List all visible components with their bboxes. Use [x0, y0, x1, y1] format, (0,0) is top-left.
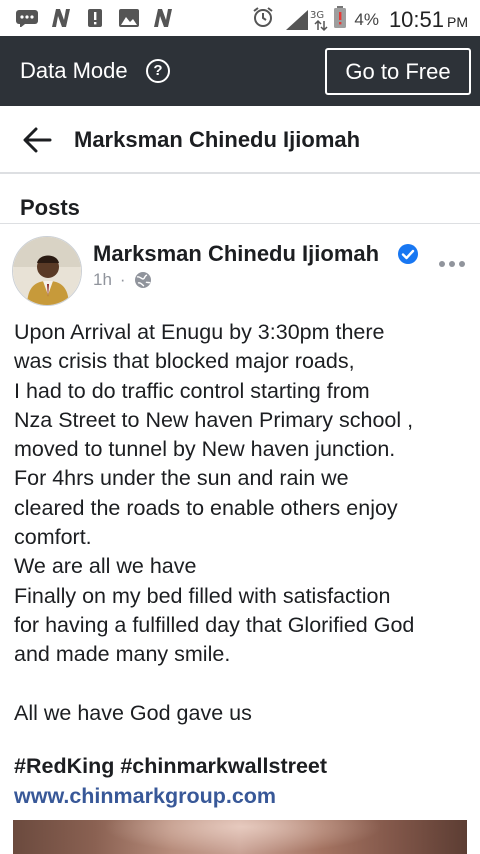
- post-body-line: cleared the roads to enable others enjoy: [14, 495, 398, 520]
- post-body-line: Nza Street to New haven Primary school ,: [14, 407, 414, 432]
- post-body-text: Upon Arrival at Enugu by 3:30pm there wa…: [14, 318, 474, 728]
- status-bar: 3G 4% 10:51 PM: [0, 0, 480, 36]
- image-icon: [118, 8, 140, 28]
- post-photo[interactable]: [13, 820, 467, 854]
- post-body-line: moved to tunnel by New haven junction.: [14, 437, 396, 462]
- post-hashtags[interactable]: #RedKing #chinmarkwallstreet: [14, 754, 327, 779]
- notification-icons: [16, 8, 186, 28]
- section-gap: [0, 176, 480, 186]
- photo-highlight: [103, 820, 383, 854]
- data-mode-bar: Data Mode ? Go to Free: [0, 36, 480, 106]
- post-body-line: comfort.: [14, 525, 92, 550]
- verified-badge-icon: [397, 243, 419, 265]
- signal-icon: 3G: [284, 8, 328, 32]
- post-author-name[interactable]: Marksman Chinedu Ijiomah: [93, 241, 379, 267]
- post-body-line: was crisis that blocked major roads,: [14, 349, 355, 374]
- meta-separator: ·: [119, 270, 126, 289]
- n-app-icon: [50, 8, 72, 28]
- post-body-blank-line: [14, 670, 474, 699]
- battery-percent: 4%: [354, 9, 379, 29]
- avatar[interactable]: [12, 236, 82, 306]
- post-body-line: For 4hrs under the sun and rain we: [14, 466, 349, 491]
- post-body-line: for having a fulfilled day that Glorifie…: [14, 612, 415, 637]
- post-body-line: All we have God gave us: [14, 700, 252, 725]
- divider: [0, 223, 480, 224]
- svg-text:3G: 3G: [310, 10, 324, 21]
- help-circle-icon[interactable]: ?: [146, 59, 170, 83]
- clock-ampm: PM: [447, 13, 468, 30]
- data-mode-label: Data Mode: [20, 58, 128, 83]
- post-meta: 1h ·: [93, 270, 152, 290]
- message-icon: [16, 8, 38, 28]
- clock-time: 10:51: [388, 6, 444, 32]
- post-body-line: Finally on my bed filled with satisfacti…: [14, 583, 391, 608]
- n-app-icon-2: [152, 8, 174, 28]
- page-title: Marksman Chinedu Ijiomah: [74, 127, 361, 152]
- battery-low-icon: [334, 6, 347, 33]
- globe-icon: [134, 271, 152, 289]
- post-body-line: We are all we have: [14, 554, 197, 579]
- post-link[interactable]: www.chinmarkgroup.com: [14, 784, 276, 809]
- go-to-free-button[interactable]: Go to Free: [325, 48, 471, 95]
- alarm-icon: [252, 6, 274, 33]
- system-icons: 3G 4% 10:51 PM: [252, 6, 468, 33]
- clock: 10:51 PM: [389, 7, 468, 33]
- alert-icon: [84, 8, 106, 28]
- more-options-icon[interactable]: [438, 255, 466, 267]
- post-body-line: I had to do traffic control starting fro…: [14, 378, 370, 403]
- post-body-line: Upon Arrival at Enugu by 3:30pm there: [14, 320, 385, 344]
- posts-heading: Posts: [20, 195, 80, 220]
- back-arrow-icon[interactable]: [22, 126, 52, 154]
- page-header: Marksman Chinedu Ijiomah: [0, 106, 480, 174]
- post-body-line: and made many smile.: [14, 642, 231, 667]
- post-time[interactable]: 1h: [93, 270, 112, 290]
